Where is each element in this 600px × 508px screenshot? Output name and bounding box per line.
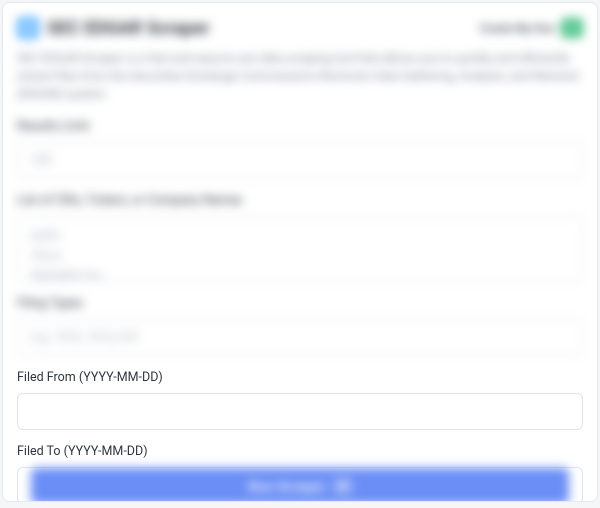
filing-types-input[interactable] <box>17 319 583 356</box>
identifiers-label: List of CIKs, Tickers, or Company Names <box>17 193 583 208</box>
cta-label: Create My Own <box>480 22 555 35</box>
results-limit-input[interactable] <box>17 142 583 179</box>
page-title: SEC EDGAR Scraper <box>47 18 209 39</box>
field-filing-types: Filing Types <box>17 296 583 356</box>
header-row: SEC EDGAR Scraper Create My Own <box>17 17 583 39</box>
results-limit-label: Results Limit <box>17 119 583 134</box>
play-icon <box>334 478 352 494</box>
filing-types-label: Filing Types <box>17 296 583 311</box>
scraper-card: SEC EDGAR Scraper Create My Own SEC EDGA… <box>2 2 598 502</box>
title-wrap: SEC EDGAR Scraper <box>17 17 209 39</box>
create-own-button[interactable] <box>561 18 583 38</box>
identifiers-placeholder: AAPL TSLA Alphabet Inc. <box>30 227 570 286</box>
identifiers-input[interactable]: AAPL TSLA Alphabet Inc. <box>17 216 583 282</box>
filed-from-label: Filed From (YYYY-MM-DD) <box>17 370 583 385</box>
document-icon <box>17 17 39 39</box>
filed-from-input[interactable] <box>17 393 583 430</box>
field-identifiers: List of CIKs, Tickers, or Company Names … <box>17 193 583 282</box>
run-button-label: Run Scraper <box>248 479 325 494</box>
cta-wrap[interactable]: Create My Own <box>480 18 583 38</box>
field-filed-from: Filed From (YYYY-MM-DD) <box>17 370 583 430</box>
field-results-limit: Results Limit <box>17 119 583 179</box>
description-text: SEC EDGAR Scraper is a fast and easy-to-… <box>17 49 583 103</box>
filed-to-label: Filed To (YYYY-MM-DD) <box>17 444 583 459</box>
run-scraper-button[interactable]: Run Scraper <box>31 468 569 502</box>
blurred-upper-section: SEC EDGAR Scraper Create My Own SEC EDGA… <box>17 17 583 356</box>
